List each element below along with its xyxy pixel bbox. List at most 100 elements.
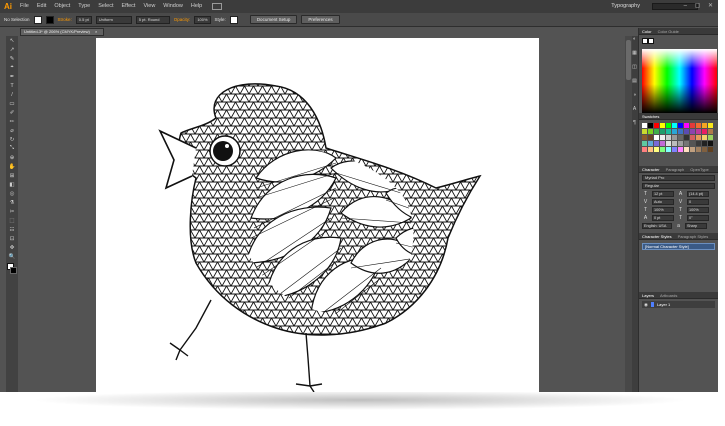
- preferences-button[interactable]: Preferences: [301, 15, 340, 24]
- tool-7-icon[interactable]: ▭: [7, 99, 17, 108]
- swatch[interactable]: [660, 123, 665, 128]
- menu-file[interactable]: File: [16, 0, 33, 13]
- variable-width-profile[interactable]: Uniform: [95, 15, 132, 24]
- tool-8-icon[interactable]: ✐: [7, 108, 17, 117]
- swatch[interactable]: [678, 147, 683, 152]
- font-family-field[interactable]: Myriad Pro: [642, 175, 715, 181]
- swatch[interactable]: [654, 141, 659, 146]
- swatch[interactable]: [684, 123, 689, 128]
- swatch[interactable]: [666, 123, 671, 128]
- document-tab[interactable]: Untitled-3* @ 206% (CMYK/Preview) ×: [20, 28, 104, 36]
- workspace-switcher[interactable]: Typography: [611, 0, 640, 13]
- swatch[interactable]: [684, 147, 689, 152]
- swatch[interactable]: [666, 129, 671, 134]
- swatch[interactable]: [660, 147, 665, 152]
- tool-22-icon[interactable]: ⊡: [7, 234, 17, 243]
- swatch[interactable]: [690, 135, 695, 140]
- tool-11-icon[interactable]: ↻: [7, 135, 17, 144]
- swatch[interactable]: [672, 147, 677, 152]
- swatch[interactable]: [678, 141, 683, 146]
- tool-10-icon[interactable]: ⌀: [7, 126, 17, 135]
- tool-9-icon[interactable]: ✏: [7, 117, 17, 126]
- tracking-field[interactable]: 0: [687, 199, 709, 205]
- swatch[interactable]: [702, 147, 707, 152]
- swatch[interactable]: [642, 147, 647, 152]
- swatch[interactable]: [672, 129, 677, 134]
- window-controls[interactable]: ‒ ▢ ✕: [684, 0, 716, 13]
- swatch[interactable]: [642, 123, 647, 128]
- swatch[interactable]: [678, 123, 683, 128]
- font-size-field[interactable]: 12 pt: [652, 191, 674, 197]
- swatch[interactable]: [678, 135, 683, 140]
- tool-18-icon[interactable]: ⚗: [7, 198, 17, 207]
- swatch[interactable]: [702, 123, 707, 128]
- swatch[interactable]: [696, 123, 701, 128]
- font-style-field[interactable]: Regular: [642, 183, 715, 189]
- swatch[interactable]: [642, 141, 647, 146]
- tool-21-icon[interactable]: ☷: [7, 225, 17, 234]
- artboard[interactable]: [96, 38, 539, 392]
- swatch[interactable]: [684, 141, 689, 146]
- swatch[interactable]: [648, 135, 653, 140]
- swatch[interactable]: [702, 135, 707, 140]
- swatch[interactable]: [690, 129, 695, 134]
- baseline-shift-field[interactable]: 0 pt: [652, 215, 674, 221]
- brush-definition[interactable]: 5 pt. Round: [135, 15, 170, 24]
- stroke-color-icon[interactable]: [10, 267, 17, 274]
- opacity-dropdown[interactable]: 100%: [194, 15, 211, 24]
- swatch[interactable]: [690, 123, 695, 128]
- dock-panel-6-icon[interactable]: ¶: [632, 120, 637, 128]
- swatch[interactable]: [660, 135, 665, 140]
- tab-color[interactable]: Color: [642, 29, 652, 34]
- tool-12-icon[interactable]: ⤡: [7, 144, 17, 153]
- vertical-scrollbar-thumb[interactable]: [626, 40, 631, 80]
- anti-alias-field[interactable]: Sharp: [685, 223, 707, 229]
- swatch[interactable]: [708, 135, 713, 140]
- tool-24-icon[interactable]: 🔍: [7, 252, 17, 261]
- horizontal-scale-field[interactable]: 100%: [687, 207, 709, 213]
- stroke-swatch[interactable]: [45, 15, 54, 24]
- tab-paragraph-styles[interactable]: Paragraph Styles: [678, 234, 709, 239]
- menu-help[interactable]: Help: [187, 0, 206, 13]
- document-setup-button[interactable]: Document Setup: [249, 15, 298, 24]
- swatch[interactable]: [660, 141, 665, 146]
- swatch[interactable]: [660, 129, 665, 134]
- swatch[interactable]: [654, 129, 659, 134]
- swatch[interactable]: [648, 141, 653, 146]
- tool-13-icon[interactable]: ⊕: [7, 153, 17, 162]
- style-swatch[interactable]: [229, 15, 238, 24]
- tool-19-icon[interactable]: ✂: [7, 207, 17, 216]
- tool-16-icon[interactable]: ◧: [7, 180, 17, 189]
- opacity-label[interactable]: Opacity:: [174, 17, 191, 22]
- swatch[interactable]: [678, 129, 683, 134]
- swatch[interactable]: [684, 129, 689, 134]
- swatch[interactable]: [666, 141, 671, 146]
- layer-row[interactable]: ◉ Layer 1: [642, 301, 715, 308]
- dock-panel-1-icon[interactable]: ▦: [632, 50, 637, 58]
- swatch[interactable]: [642, 129, 647, 134]
- canvas-area[interactable]: [20, 36, 630, 392]
- stroke-color-chip[interactable]: [648, 38, 654, 44]
- tool-3-icon[interactable]: ⌖: [7, 63, 17, 72]
- menu-object[interactable]: Object: [50, 0, 74, 13]
- swatch[interactable]: [690, 147, 695, 152]
- tool-1-icon[interactable]: ↗: [7, 45, 17, 54]
- leading-field[interactable]: (14.4 pt): [687, 191, 709, 197]
- dock-panel-0-icon[interactable]: ◐: [632, 36, 637, 44]
- arrange-documents-icon[interactable]: [212, 3, 223, 10]
- swatch[interactable]: [648, 129, 653, 134]
- close-icon[interactable]: ×: [95, 29, 97, 34]
- swatch[interactable]: [702, 141, 707, 146]
- tool-2-icon[interactable]: ✎: [7, 54, 17, 63]
- stroke-weight-dropdown[interactable]: 0.5 pt: [75, 15, 92, 24]
- tab-opentype[interactable]: OpenType: [690, 167, 708, 172]
- swatch[interactable]: [708, 141, 713, 146]
- swatch[interactable]: [696, 135, 701, 140]
- swatch[interactable]: [654, 123, 659, 128]
- swatch[interactable]: [708, 123, 713, 128]
- menu-window[interactable]: Window: [159, 0, 187, 13]
- menu-effect[interactable]: Effect: [118, 0, 140, 13]
- swatch[interactable]: [648, 123, 653, 128]
- menu-view[interactable]: View: [139, 0, 159, 13]
- tool-20-icon[interactable]: ⬚: [7, 216, 17, 225]
